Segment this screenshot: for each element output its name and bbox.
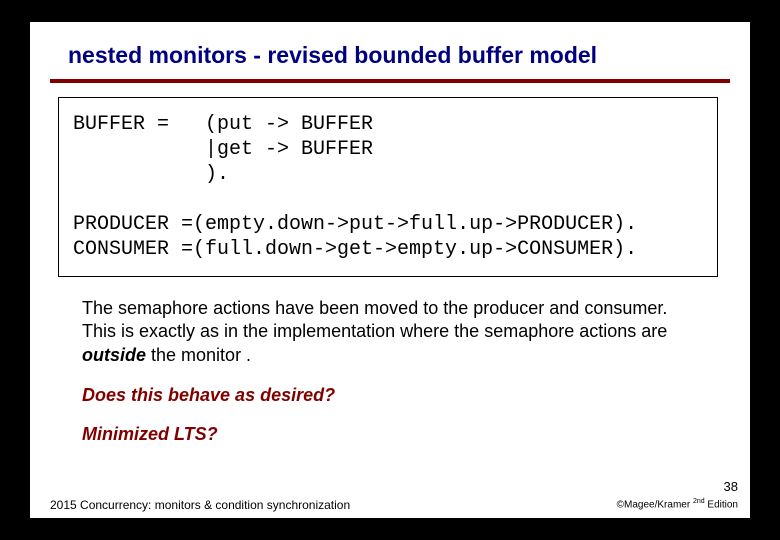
footer-right-sup: 2nd (693, 498, 705, 505)
code-line: PRODUCER =(empty.down->put->full.up->PRO… (73, 213, 637, 236)
title-underline (50, 79, 730, 83)
footer-left: 2015 Concurrency: monitors & condition s… (50, 498, 350, 512)
body-text-pre: The semaphore actions have been moved to… (82, 298, 667, 341)
footer: 2015 Concurrency: monitors & condition s… (50, 498, 738, 512)
footer-right-pre: ©Magee/Kramer (617, 499, 693, 510)
code-line: |get -> BUFFER (73, 138, 373, 161)
slide-title: nested monitors - revised bounded buffer… (30, 22, 750, 69)
question-1: Does this behave as desired? (82, 385, 750, 406)
code-line: ). (73, 163, 229, 186)
body-text-post: the monitor . (146, 345, 251, 365)
page-number: 38 (724, 479, 738, 494)
footer-right-post: Edition (705, 499, 738, 510)
question-2: Minimized LTS? (82, 424, 750, 445)
slide: nested monitors - revised bounded buffer… (30, 22, 750, 518)
footer-right: ©Magee/Kramer 2nd Edition (617, 498, 738, 510)
body-emph: outside (82, 345, 146, 365)
code-box: BUFFER = (put -> BUFFER |get -> BUFFER )… (58, 97, 718, 277)
code-line: CONSUMER =(full.down->get->empty.up->CON… (73, 238, 637, 261)
body-paragraph: The semaphore actions have been moved to… (82, 297, 706, 367)
code-line: BUFFER = (put -> BUFFER (73, 113, 373, 136)
